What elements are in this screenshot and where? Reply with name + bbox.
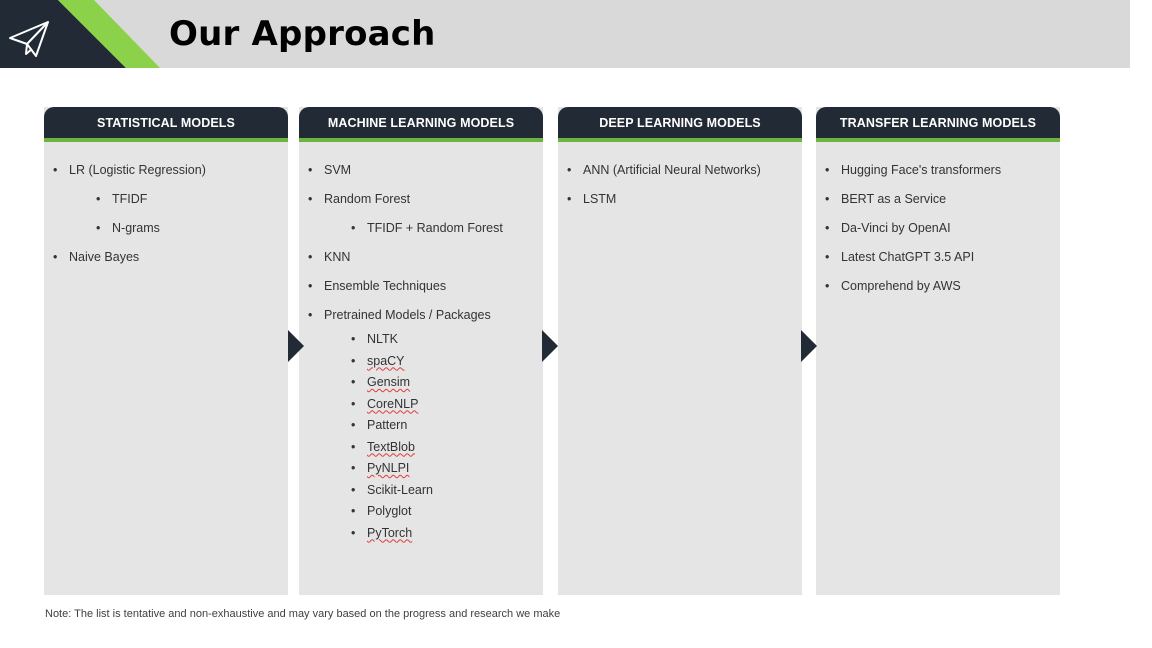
- list-item: • LSTM: [567, 192, 617, 206]
- list-item: • Ensemble Techniques: [308, 279, 447, 293]
- list-item: • TFIDF: [96, 192, 148, 206]
- arrow-right-icon: [288, 330, 304, 362]
- page-title: Our Approach: [169, 14, 436, 54]
- list-item: • Hugging Face's transformers: [825, 163, 1002, 177]
- list-item: • Scikit-Learn: [351, 482, 433, 497]
- model-list: • LR (Logistic Regression) • TFIDF • N-gram…: [44, 142, 288, 265]
- list-item: • Random Forest: [308, 192, 411, 206]
- list-item: • NLTK: [351, 332, 399, 346]
- list-item: • ANN (Artificial Neural Networks): [567, 163, 761, 177]
- list-item: • Polyglot: [351, 504, 412, 518]
- list-item: • LR (Logistic Regression): [53, 163, 206, 177]
- header-logo-block: [0, 0, 160, 68]
- arrow-right-icon: [801, 330, 817, 362]
- list-item: • Comprehend by AWS: [825, 279, 961, 293]
- list-item: • KNN: [308, 250, 351, 264]
- list-item: • TFIDF + Random Forest: [351, 221, 503, 235]
- list-item: • Gensim: [351, 375, 411, 389]
- list-item: • CoreNLP: [351, 396, 419, 411]
- column-header: MACHINE LEARNING MODELS: [299, 107, 543, 142]
- column-header: STATISTICAL MODELS: [44, 107, 288, 142]
- list-item: • Naive Bayes: [53, 250, 140, 264]
- arrow-right-icon: [542, 330, 558, 362]
- model-list: • Hugging Face's transformers • BERT as a …: [816, 142, 1060, 294]
- list-item: • Da-Vinci by OpenAI: [825, 221, 951, 235]
- column-header: TRANSFER LEARNING MODELS: [816, 107, 1060, 142]
- footnote: Note: The list is tentative and non-exha…: [45, 608, 561, 620]
- column-deep-learning-models: DEEP LEARNING MODELS • ANN (Artificial Ne…: [558, 107, 802, 595]
- list-item: • TextBlob: [351, 439, 415, 454]
- model-list: • ANN (Artificial Neural Networks) • LSTM: [558, 142, 802, 207]
- list-item: • N-grams: [96, 221, 160, 235]
- model-list: • SVM • Random Forest • TFIDF + Random Fore…: [299, 142, 543, 541]
- list-item: • spaCY: [351, 353, 405, 368]
- list-item: • BERT as a Service: [825, 192, 947, 206]
- list-item: • Latest ChatGPT 3.5 API: [825, 250, 975, 264]
- list-item: • PyTorch: [351, 525, 413, 540]
- list-item: • SVM: [308, 163, 352, 177]
- column-statistical-models: STATISTICAL MODELS • LR (Logistic Regress…: [44, 107, 288, 595]
- column-transfer-learning-models: TRANSFER LEARNING MODELS • Hugging Face's…: [816, 107, 1060, 595]
- column-header: DEEP LEARNING MODELS: [558, 107, 802, 142]
- list-item: • Pattern: [351, 418, 408, 432]
- list-item: • Pretrained Models / Packages: [308, 308, 491, 322]
- list-item: • PyNLPI: [351, 461, 410, 475]
- column-machine-learning-models: MACHINE LEARNING MODELS • SVM • Random For…: [299, 107, 543, 595]
